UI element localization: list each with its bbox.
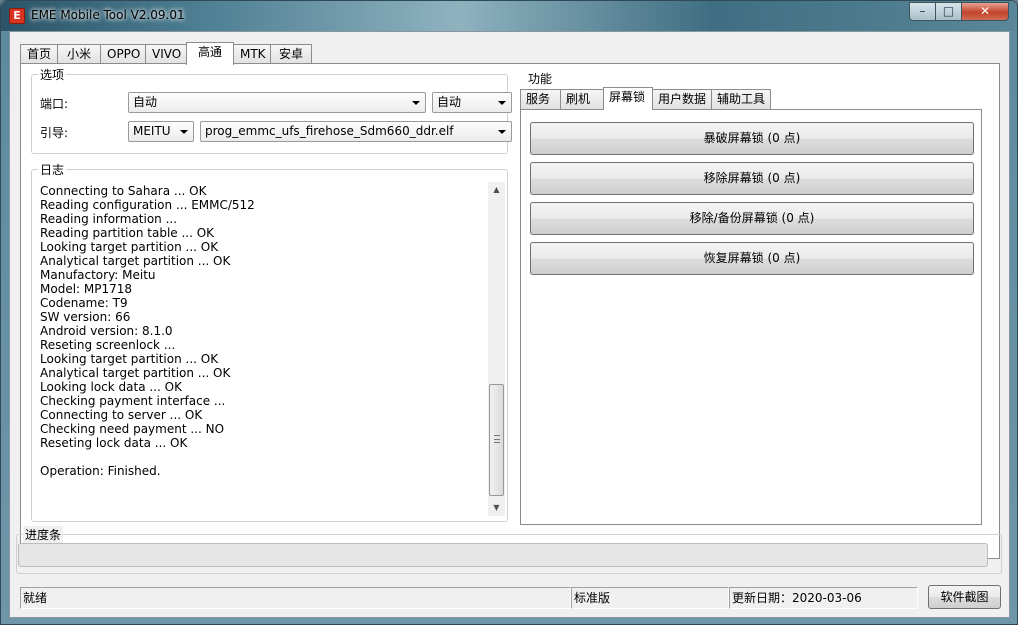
tab-mtk[interactable]: MTK xyxy=(233,44,271,64)
close-button[interactable]: ✕ xyxy=(961,2,1009,21)
port-select[interactable]: 自动 xyxy=(128,92,426,113)
port-select-value: 自动 xyxy=(133,95,158,109)
tab-service[interactable]: 服务 xyxy=(520,89,561,109)
log-line: Analytical target partition ... OK xyxy=(40,254,231,268)
log-line: Reading information ... xyxy=(40,212,178,226)
brand-select-value: MEITU xyxy=(133,124,171,138)
app-logo-icon: E xyxy=(9,8,25,24)
close-icon: ✕ xyxy=(979,4,991,18)
boot-label: 引导: xyxy=(40,126,69,140)
qualcomm-panel: 选项 端口: 自动 自动 引导: MEITU prog_emmc_ufs_fir… xyxy=(20,63,1000,559)
minimize-icon: – xyxy=(919,4,926,18)
port-mode-select[interactable]: 自动 xyxy=(432,92,512,113)
status-bar: 就绪 标准版 更新日期：2020-03-06 xyxy=(20,587,918,609)
log-line: Model: MP1718 xyxy=(40,282,133,296)
log-line: Analytical target partition ... OK xyxy=(40,366,231,380)
log-output[interactable]: Connecting to Sahara ... OK Reading confi… xyxy=(34,180,511,520)
tab-home[interactable]: 首页 xyxy=(20,44,58,64)
brand-select[interactable]: MEITU xyxy=(128,121,194,142)
progress-legend: 进度条 xyxy=(23,526,64,543)
remove-backup-screenlock-button[interactable]: 移除/备份屏幕锁 (0 点) xyxy=(530,202,974,235)
scroll-up-icon[interactable]: ▲ xyxy=(488,182,505,198)
log-line: Checking need payment ... NO xyxy=(40,422,225,436)
port-mode-select-value: 自动 xyxy=(437,95,462,109)
tab-qualcomm[interactable]: 高通 xyxy=(186,42,234,65)
log-line: Reading configuration ... EMMC/512 xyxy=(40,198,255,212)
software-screenshot-button[interactable]: 软件截图 xyxy=(928,585,1001,609)
log-line: Codename: T9 xyxy=(40,296,128,310)
log-line: Reseting screenlock ... xyxy=(40,338,176,352)
tab-screenlock[interactable]: 屏幕锁 xyxy=(603,87,653,110)
log-line: Looking target partition ... OK xyxy=(40,240,219,254)
log-line: Reading partition table ... OK xyxy=(40,226,215,240)
log-line: SW version: 66 xyxy=(40,310,131,324)
client-area: 首页 小米 OPPO VIVO 高通 MTK 安卓 选项 端口: 自动 自动 引… xyxy=(9,31,1010,618)
app-window: E EME Mobile Tool V2.09.01 – □ ✕ 首页 小米 O… xyxy=(0,0,1018,625)
progress-bar xyxy=(18,543,988,567)
tab-xiaomi[interactable]: 小米 xyxy=(57,44,101,64)
log-line: Reseting lock data ... OK xyxy=(40,436,188,450)
chevron-down-icon xyxy=(412,101,420,105)
log-line: Connecting to server ... OK xyxy=(40,408,203,422)
options-legend: 选项 xyxy=(38,66,67,83)
log-scrollbar[interactable]: ▲ ▼ xyxy=(488,182,505,516)
tab-vivo[interactable]: VIVO xyxy=(145,44,187,64)
remove-screenlock-button[interactable]: 移除屏幕锁 (0 点) xyxy=(530,162,974,195)
tab-oppo[interactable]: OPPO xyxy=(100,44,146,64)
tab-android[interactable]: 安卓 xyxy=(270,44,312,64)
functions-legend: 功能 xyxy=(526,70,555,87)
functions-group: 功能 服务 刷机 屏幕锁 用户数据 辅助工具 暴破屏幕锁 (0 点) 移除屏幕锁… xyxy=(519,70,991,525)
port-label: 端口: xyxy=(40,97,69,111)
chevron-down-icon xyxy=(498,130,506,134)
log-line: Connecting to Sahara ... OK xyxy=(40,184,207,198)
log-lines: Connecting to Sahara ... OK Reading confi… xyxy=(34,180,511,478)
loader-select-value: prog_emmc_ufs_firehose_Sdm660_ddr.elf xyxy=(205,124,454,138)
loader-select[interactable]: prog_emmc_ufs_firehose_Sdm660_ddr.elf xyxy=(200,121,512,142)
minimize-button[interactable]: – xyxy=(909,2,936,21)
log-line: Looking lock data ... OK xyxy=(40,380,182,394)
tab-tools[interactable]: 辅助工具 xyxy=(711,89,771,109)
restore-screenlock-button[interactable]: 恢复屏幕锁 (0 点) xyxy=(530,242,974,275)
grip-icon xyxy=(494,435,500,443)
log-group: 日志 Connecting to Sahara ... OK Reading co… xyxy=(31,161,511,522)
options-group: 选项 端口: 自动 自动 引导: MEITU prog_emmc_ufs_fir… xyxy=(31,66,512,154)
brute-force-screenlock-button[interactable]: 暴破屏幕锁 (0 点) xyxy=(530,122,974,155)
log-line: Manufactory: Meitu xyxy=(40,268,156,282)
log-line: Android version: 8.1.0 xyxy=(40,324,173,338)
window-title: EME Mobile Tool V2.09.01 xyxy=(31,8,185,22)
maximize-icon: □ xyxy=(942,4,955,18)
log-line: Operation: Finished. xyxy=(40,464,161,478)
function-tab-container: 服务 刷机 屏幕锁 用户数据 辅助工具 暴破屏幕锁 (0 点) 移除屏幕锁 (0… xyxy=(520,87,991,525)
status-edition: 标准版 xyxy=(571,587,729,609)
scroll-down-icon[interactable]: ▼ xyxy=(488,500,505,516)
title-bar[interactable]: E EME Mobile Tool V2.09.01 – □ ✕ xyxy=(1,1,1017,31)
chevron-down-icon xyxy=(180,130,188,134)
status-ready: 就绪 xyxy=(20,587,571,609)
log-line: Checking payment interface ... xyxy=(40,394,226,408)
screenlock-panel: 暴破屏幕锁 (0 点) 移除屏幕锁 (0 点) 移除/备份屏幕锁 (0 点) 恢… xyxy=(520,109,982,525)
maximize-button[interactable]: □ xyxy=(935,2,962,21)
log-line: Looking target partition ... OK xyxy=(40,352,219,366)
scroll-thumb[interactable] xyxy=(489,384,504,496)
tab-user-data[interactable]: 用户数据 xyxy=(652,89,712,109)
status-update-date: 更新日期：2020-03-06 xyxy=(729,587,918,609)
chevron-down-icon xyxy=(498,101,506,105)
tab-flash[interactable]: 刷机 xyxy=(560,89,604,109)
log-legend: 日志 xyxy=(38,161,67,178)
